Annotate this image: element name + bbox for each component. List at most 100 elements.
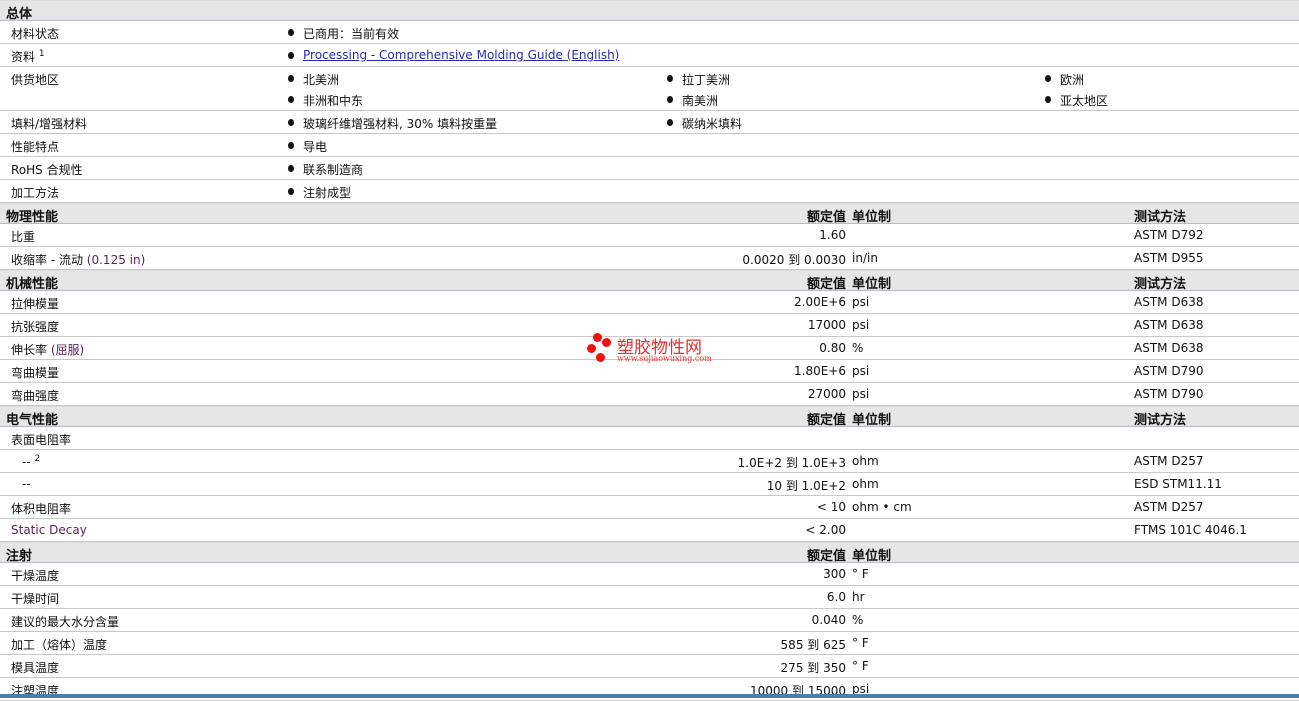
property-row: RoHS 合规性 联系制造商 [0,157,1299,180]
property-label-text: 供货地区 [11,73,60,87]
column-header-test-method: 测试方法 [1134,413,1187,428]
property-unit: psi [852,295,870,309]
property-value-item: Processing - Comprehensive Molding Guide… [288,48,619,62]
column-header-test-method: 测试方法 [1134,210,1187,225]
section-title: 总体 [6,7,33,22]
property-value-item: 碳纳米填料 [667,115,742,132]
section-header-general: 总体 [0,0,1299,22]
property-unit: psi [852,387,870,401]
property-label-text: 拉伸模量 [11,297,60,311]
property-value-item: 拉丁美洲 [667,71,730,88]
property-row: 干燥温度 300 ° F [0,563,1299,586]
property-label-text: 伸长率 [11,343,48,357]
column-header-unit: 单位制 [852,277,892,292]
test-method: ASTM D638 [1134,318,1204,332]
property-label-text: RoHS 合规性 [11,163,83,177]
test-method: FTMS 101C 4046.1 [1134,523,1247,537]
property-unit: ° F [852,659,869,673]
property-label: 表面电阻率 [11,431,71,448]
property-label-text: 弯曲模量 [11,366,60,380]
property-row: 模具温度 275 到 350 ° F [0,655,1299,678]
property-row: 加工方法 注射成型 [0,180,1299,203]
property-value: 0.80 [819,341,846,355]
test-method: ASTM D790 [1134,387,1204,401]
property-value: 0.0020 到 0.0030 [742,253,846,267]
property-label: 弯曲模量 [11,364,59,381]
property-row: 弯曲强度 27000 psi ASTM D790 [0,383,1299,406]
property-label: 弯曲强度 [11,387,59,404]
property-unit: ° F [852,636,869,650]
section-title: 机械性能 [6,277,59,292]
property-label-text: 填料/增强材料 [11,117,88,131]
section-title: 注射 [6,549,33,564]
property-value-item: 注射成型 [288,184,351,201]
property-label: 资料 1 [11,48,45,65]
column-header-unit: 单位制 [852,413,892,428]
property-label: 加工方法 [11,184,59,201]
property-row: 性能特点 导电 [0,134,1299,157]
document-link[interactable]: Processing - Comprehensive Molding Guide… [303,48,619,62]
property-value-item: 欧洲 [1045,71,1084,88]
property-row: 填料/增强材料 玻璃纤维增强材料, 30% 填料按重量 碳纳米填料 [0,111,1299,134]
test-method: ASTM D790 [1134,364,1204,378]
property-unit: ohm [852,477,879,491]
property-value: 27000 [807,387,846,401]
property-value: 6.0 [826,590,846,604]
column-header-value: 额定值 [806,277,846,292]
footnote-marker[interactable]: 1 [39,49,45,59]
property-label: 建议的最大水分含量 [11,613,119,630]
column-header-value: 额定值 [806,549,846,564]
property-row: 拉伸模量 2.00E+6 psi ASTM D638 [0,291,1299,314]
property-unit: in/in [852,251,878,265]
property-label-text: 表面电阻率 [11,433,72,447]
property-row: Static Decay < 2.00 FTMS 101C 4046.1 [0,519,1299,542]
property-row: -- 2 1.0E+2 到 1.0E+3 ohm ASTM D257 [0,450,1299,473]
bottom-scrollbar-edge [0,694,1299,698]
property-label: -- [22,477,31,491]
column-header-value: 额定值 [806,413,846,428]
column-header-unit: 单位制 [852,210,892,225]
property-value: 1.60 [819,228,846,242]
property-label-text: 比重 [11,230,36,244]
property-label: 干燥温度 [11,567,59,584]
property-value: 17000 [807,318,846,332]
column-header-test-method: 测试方法 [1134,277,1187,292]
property-label: RoHS 合规性 [11,161,83,178]
property-label: 收缩率 - 流动 (0.125 in) [11,251,145,268]
section-title: 电气性能 [6,413,59,428]
test-condition: (0.125 in) [86,253,146,267]
section-header: 物理性能 额定值 单位制 测试方法 [0,203,1299,225]
property-label-text: 建议的最大水分含量 [11,615,120,629]
property-row: 资料 1 Processing - Comprehensive Molding G… [0,44,1299,67]
property-value: 585 到 625 [780,638,846,652]
property-label: 抗张强度 [11,318,59,335]
property-value: 10 到 1.0E+2 [766,479,846,493]
property-row: 收缩率 - 流动 (0.125 in) 0.0020 到 0.0030 in/in A… [0,247,1299,270]
footnote-marker[interactable]: 2 [35,454,41,464]
test-method: ESD STM11.11 [1134,477,1222,491]
property-label: 体积电阻率 [11,500,71,517]
property-row: 建议的最大水分含量 0.040% [0,609,1299,632]
property-value-item: 北美洲 [288,71,339,88]
property-value-item: 南美洲 [667,92,718,109]
property-label: 材料状态 [11,25,59,42]
test-method: ASTM D955 [1134,251,1204,265]
property-value-item: 非洲和中东 [288,92,363,109]
property-label-text: 性能特点 [11,140,60,154]
property-label-text: 干燥时间 [11,592,60,606]
section-header: 电气性能 额定值 单位制 测试方法 [0,406,1299,428]
property-unit: ohm • cm [852,500,912,514]
test-condition: (屈服) [50,343,85,357]
property-row: 材料状态 已商用：当前有效 [0,21,1299,44]
property-value: 2.00E+6 [794,295,846,309]
property-label: 供货地区 [11,71,59,88]
section-title: 物理性能 [6,210,59,225]
property-unit: psi [852,318,870,332]
property-value: 1.0E+2 到 1.0E+3 [737,456,846,470]
watermark-url: www.sujiaowuxing.com [617,354,712,363]
property-value: < 2.00 [805,523,846,537]
property-row: 供货地区 北美洲 拉丁美洲 欧洲 非洲和中东 南美洲 亚太地区 [0,67,1299,111]
property-label-text: 加工方法 [11,186,60,200]
property-label-text: 加工（熔体）温度 [11,638,108,652]
property-label: 加工（熔体）温度 [11,636,107,653]
